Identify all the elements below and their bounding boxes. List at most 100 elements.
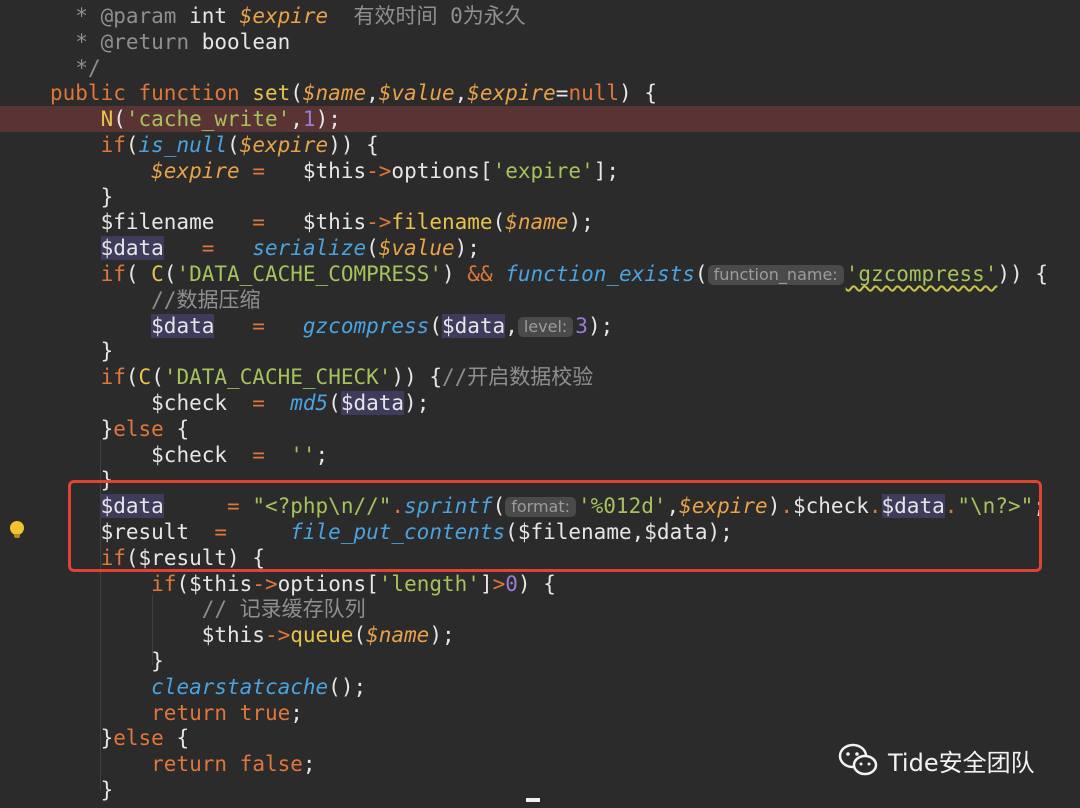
- code-token: $check: [151, 442, 228, 467]
- code-token: //开启数据校验: [442, 365, 594, 390]
- parameter-hint: level:: [517, 316, 574, 337]
- code-line: return true;: [0, 700, 1080, 726]
- code-token: 1: [302, 107, 316, 132]
- code-token: ->: [366, 210, 392, 235]
- code-line: }: [0, 184, 1080, 210]
- code-token: ,: [366, 81, 379, 106]
- code-token: */: [75, 55, 101, 80]
- code-token: N: [100, 107, 114, 132]
- code-token: ];: [593, 158, 620, 183]
- code-line: //数据压缩: [0, 287, 1080, 313]
- code-token: function_exists: [505, 262, 695, 286]
- code-token: C: [151, 262, 164, 286]
- code-token: ) {: [517, 571, 556, 596]
- code-token: (: [290, 81, 303, 106]
- code-token: (: [151, 365, 164, 390]
- lightbulb-icon[interactable]: [10, 521, 24, 538]
- code-token: clearstatcache: [151, 674, 329, 699]
- code-token: $expire: [467, 81, 556, 106]
- code-token: (: [694, 262, 708, 286]
- code-token: ]: [479, 571, 493, 596]
- code-line: $check = '';: [0, 442, 1080, 468]
- code-token: {: [163, 726, 190, 751]
- code-editor[interactable]: * @param int $expire 有效时间 0为永久 * @return…: [0, 0, 1080, 808]
- code-line: $filename = $this->filename($name);: [0, 209, 1080, 235]
- code-line: N('cache_write',1);: [0, 106, 1080, 133]
- code-token: );: [587, 313, 614, 338]
- code-token: )) {: [391, 365, 442, 390]
- code-token: ->: [366, 158, 392, 183]
- code-token: gzcompress: [302, 313, 430, 338]
- code-line: if( C('DATA_CACHE_COMPRESS') && function…: [0, 261, 1080, 287]
- code-line: * @param int $expire 有效时间 0为永久: [0, 3, 1080, 29]
- code-token: $name: [505, 210, 569, 235]
- code-token: $this: [277, 158, 367, 183]
- code-token: (: [125, 365, 139, 390]
- code-token: );: [315, 107, 341, 132]
- code-token: return: [151, 752, 240, 777]
- code-token: ): [442, 262, 468, 286]
- code-token: (: [163, 262, 177, 286]
- code-token: $value: [378, 81, 455, 106]
- code-line: }: [0, 777, 1080, 803]
- code-line: if($this->options['length']>0) {: [0, 571, 1080, 597]
- code-token: null: [568, 81, 620, 106]
- code-token: =: [555, 81, 569, 106]
- code-token: ->: [252, 571, 278, 596]
- code-token: ,: [505, 313, 518, 338]
- code-token: options[: [391, 158, 493, 183]
- code-token: $value: [378, 236, 455, 261]
- code-token: &&: [467, 262, 493, 286]
- code-line: $this->queue($name);: [0, 622, 1080, 648]
- code-token: C: [138, 365, 152, 390]
- code-line: if(C('DATA_CACHE_CHECK')) {//开启数据校验: [0, 364, 1080, 390]
- code-token: set: [252, 81, 291, 106]
- code-token: }: [50, 778, 114, 802]
- code-token: (: [176, 571, 190, 596]
- code-token: if: [151, 571, 177, 596]
- code-line: // 记录缓存队列: [0, 596, 1080, 622]
- code-token: 'gzcompress': [845, 262, 998, 286]
- code-token: )) {: [328, 133, 379, 157]
- code-token: ();: [328, 674, 367, 699]
- code-token: ,: [454, 81, 468, 106]
- code-token: 3: [575, 313, 588, 338]
- code-token: )) {: [997, 262, 1048, 286]
- code-token: =: [227, 391, 291, 415]
- code-token: return: [151, 700, 240, 725]
- code-token: @param: [100, 4, 177, 28]
- code-line: $expire = $this->options['expire'];: [0, 158, 1080, 184]
- code-line: $check = md5($data);: [0, 390, 1080, 416]
- code-token: (: [113, 107, 126, 132]
- code-token: options[: [277, 571, 379, 596]
- code-token: *: [75, 4, 101, 28]
- code-token: ,: [290, 107, 303, 132]
- code-token: is_null: [138, 133, 228, 157]
- wechat-icon: [838, 743, 878, 776]
- code-token: $check: [151, 391, 228, 415]
- code-token: @return: [100, 29, 190, 54]
- code-token: (: [328, 391, 341, 415]
- code-line: public function set($name,$value,$expire…: [0, 80, 1080, 106]
- parameter-hint: function_name:: [707, 265, 844, 285]
- code-token: ;: [315, 442, 329, 467]
- code-token: 有效时间 0为永久: [328, 4, 526, 28]
- code-token: $this: [189, 571, 253, 596]
- code-token: *: [75, 29, 101, 54]
- code-token: );: [454, 236, 480, 261]
- code-token: (: [125, 133, 139, 157]
